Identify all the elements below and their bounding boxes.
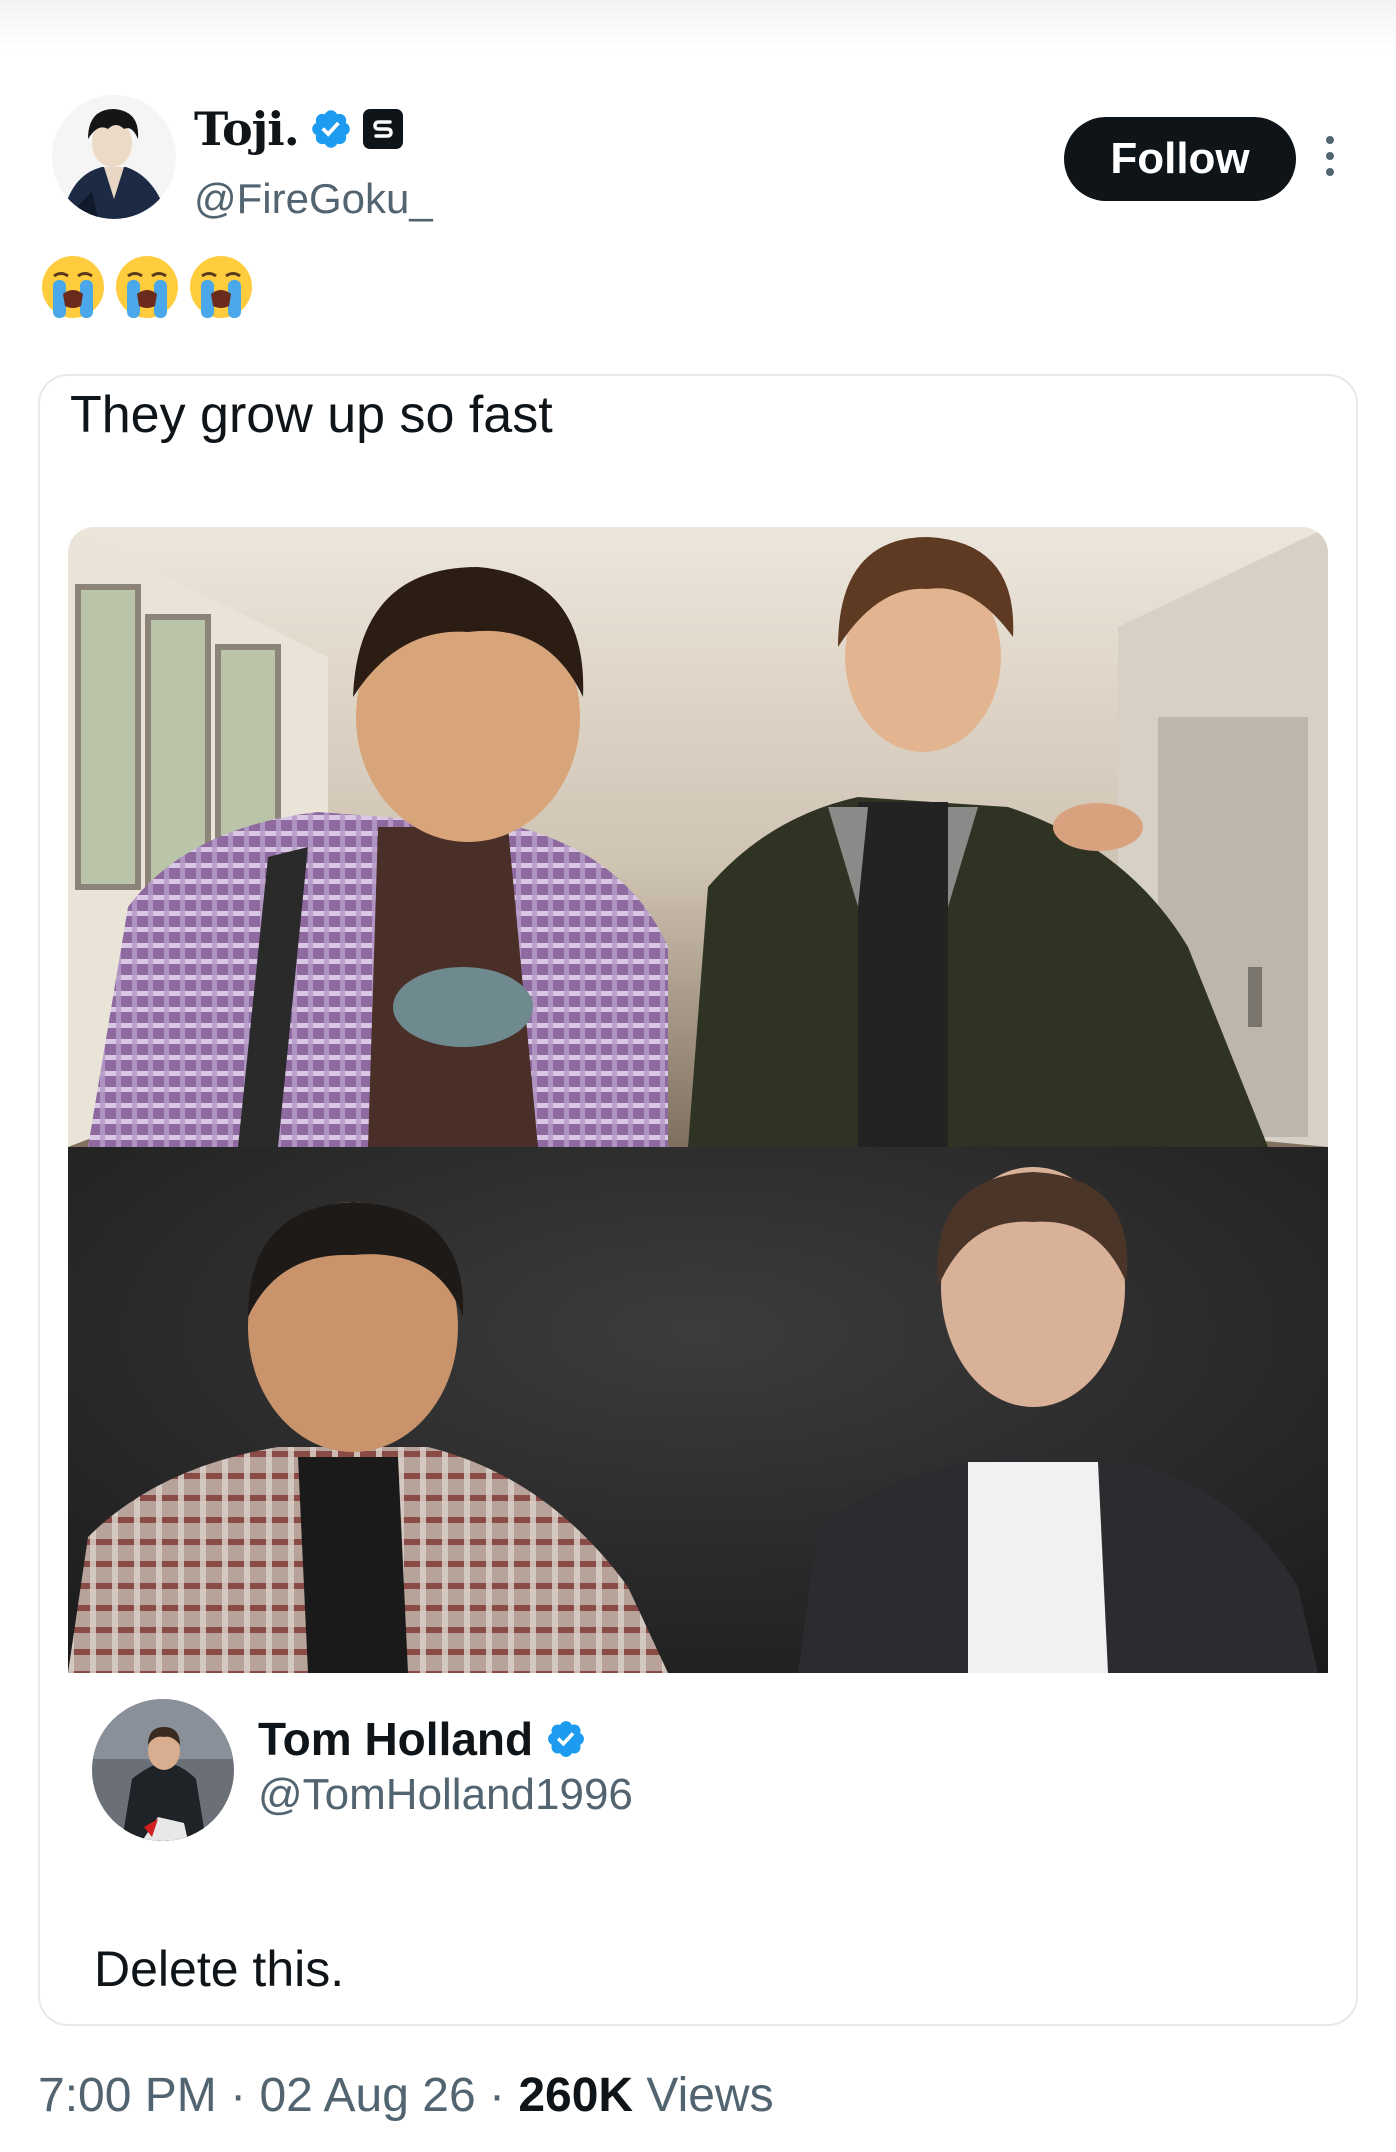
- embedded-name-row: Tom Holland: [258, 1712, 587, 1766]
- person-avatar-icon: [92, 1699, 234, 1841]
- tweet-date[interactable]: 02 Aug 26: [259, 2069, 475, 2122]
- tweet-text: [40, 254, 254, 320]
- embedded-author-avatar: [92, 1699, 234, 1841]
- subscription-badge-icon: [362, 109, 403, 149]
- loudly-crying-face-icon: [42, 256, 104, 318]
- embedded-handle: @TomHolland1996: [258, 1770, 633, 1819]
- verified-badge-icon: [311, 110, 350, 148]
- meme-image[interactable]: [68, 527, 1328, 1673]
- tweet-meta: 7:00 PM · 02 Aug 26 · 260K Views: [38, 2068, 774, 2123]
- loudly-crying-face-icon: [116, 256, 178, 318]
- views-count[interactable]: 260K: [518, 2069, 633, 2122]
- meta-separator: ·: [230, 2069, 247, 2122]
- views-label: Views: [646, 2069, 774, 2122]
- embedded-display-name: Tom Holland: [258, 1713, 534, 1765]
- author-avatar[interactable]: [52, 95, 176, 219]
- author-display-name[interactable]: Toji.: [194, 102, 300, 156]
- card-caption: They grow up so fast: [70, 386, 553, 444]
- author-handle[interactable]: @FireGoku_: [194, 175, 433, 223]
- top-fade: [0, 0, 1396, 52]
- more-options-icon[interactable]: [1318, 136, 1342, 184]
- meme-photo-icon: [68, 527, 1328, 1673]
- verified-badge-icon: [548, 1721, 585, 1757]
- embedded-tweet-text: Delete this.: [94, 1941, 345, 1997]
- author-name-row: Toji.: [194, 98, 403, 160]
- anime-character-avatar-icon: [52, 95, 176, 219]
- tweet-time[interactable]: 7:00 PM: [38, 2069, 217, 2122]
- follow-button[interactable]: Follow: [1064, 117, 1296, 201]
- meta-separator: ·: [489, 2069, 505, 2122]
- loudly-crying-face-icon: [190, 256, 252, 318]
